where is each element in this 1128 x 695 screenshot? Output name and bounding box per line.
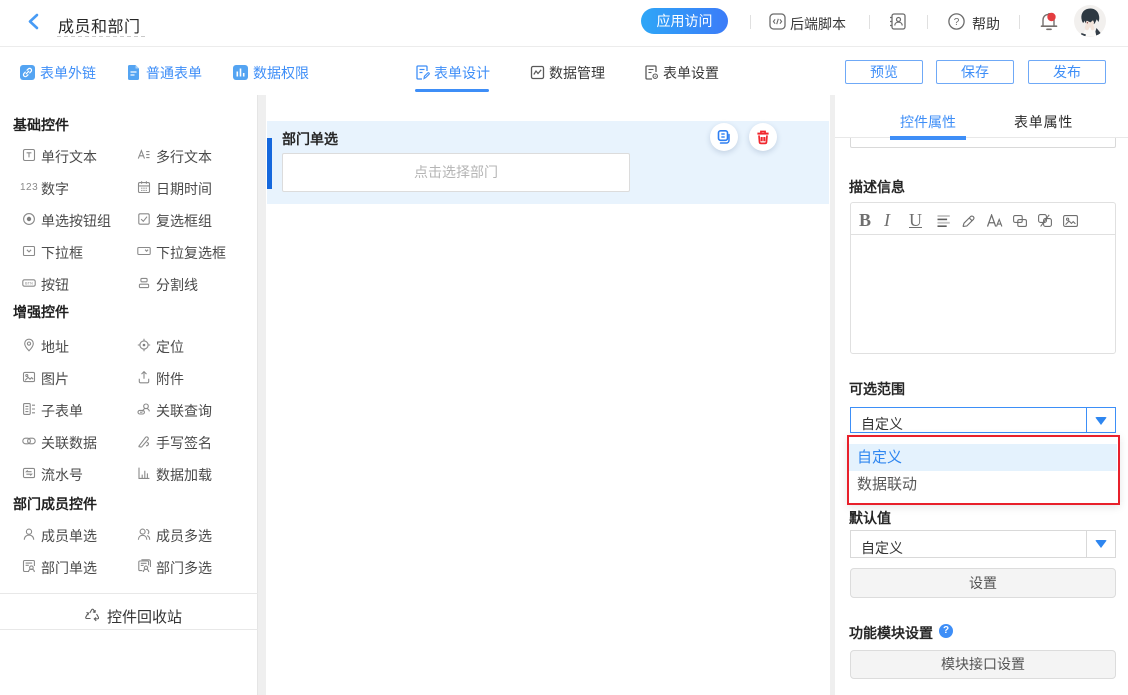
svg-text:?: ?	[954, 17, 960, 28]
